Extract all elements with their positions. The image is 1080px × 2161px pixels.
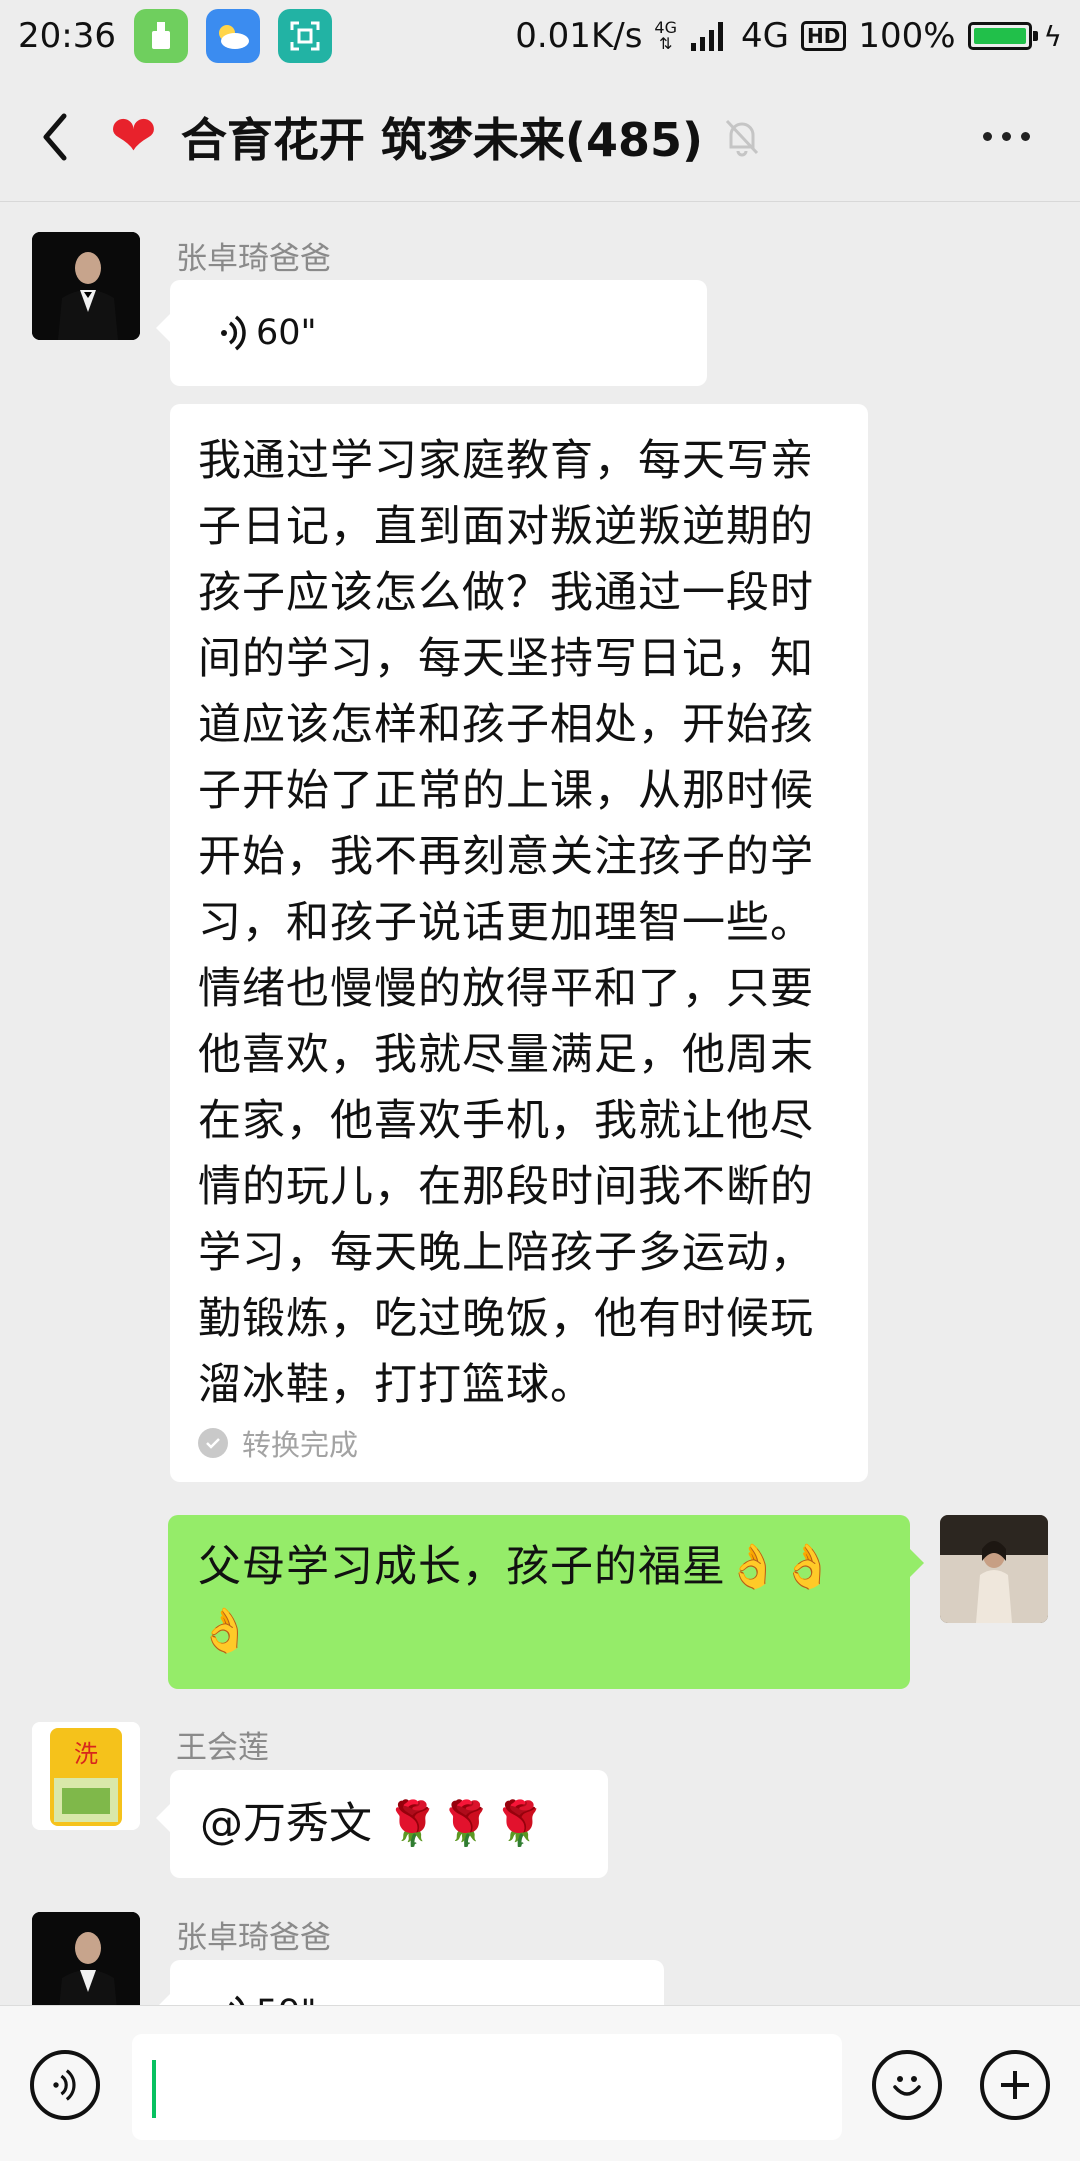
network-speed: 0.01K/s — [515, 16, 643, 56]
sender-name: 张卓琦爸爸 — [176, 241, 331, 277]
more-functions-button[interactable] — [980, 2050, 1050, 2120]
sender-name: 王会莲 — [176, 1730, 269, 1766]
conversion-status: 转换完成 — [170, 1422, 868, 1464]
hd-badge: HD — [800, 21, 847, 51]
weather-app-icon — [205, 9, 260, 63]
cleaner-app-icon — [133, 9, 188, 63]
my-message-text: 父母学习成长，孩子的福星👌👌👌 — [198, 1542, 836, 1656]
emoji-button[interactable] — [872, 2050, 942, 2120]
voice-message-bubble[interactable]: 60" — [156, 280, 707, 386]
check-icon — [198, 1428, 228, 1458]
more-options-button[interactable] — [983, 132, 1030, 141]
status-bar: 20:36 0.01K/s 4G ⇅ 4G HD 100% ϟ — [0, 0, 1080, 72]
voice-wave-icon — [221, 315, 246, 351]
mute-bell-icon — [725, 119, 759, 156]
signal-icon — [690, 22, 723, 51]
smiley-icon — [893, 2076, 921, 2096]
voice-input-button[interactable] — [30, 2050, 100, 2120]
charging-icon: ϟ — [1043, 19, 1062, 53]
chevron-left-icon — [43, 113, 67, 160]
data-activity-icon: 4G ⇅ — [654, 18, 677, 53]
plus-icon — [1001, 2071, 1029, 2099]
scanner-app-icon — [277, 9, 332, 63]
message-bubble[interactable]: @万秀文 🌹🌹🌹 — [156, 1770, 608, 1878]
back-button[interactable] — [0, 72, 110, 201]
text-caret — [152, 2060, 156, 2118]
voice-duration: 60" — [256, 313, 317, 353]
status-time: 20:36 — [18, 16, 116, 56]
avatar[interactable]: 洗 — [32, 1722, 140, 1830]
transcript-bubble[interactable]: 我通过学习家庭教育，每天写亲 子日记，直到面对叛逆叛逆期的 孩子应该怎么做？我通… — [170, 404, 868, 1482]
sender-name: 张卓琦爸爸 — [176, 1920, 331, 1956]
conversion-status-label: 转换完成 — [242, 1428, 359, 1462]
my-message-bubble[interactable]: 父母学习成长，孩子的福星👌👌👌 — [168, 1515, 924, 1689]
input-bar — [0, 2005, 1080, 2161]
transcript-text: 我通过学习家庭教育，每天写亲 子日记，直到面对叛逆叛逆期的 孩子应该怎么做？我通… — [198, 436, 814, 1410]
voice-icon — [53, 2069, 76, 2101]
message-input[interactable] — [132, 2034, 842, 2140]
chat-title[interactable]: 合育花开 筑梦未来(485) — [181, 104, 703, 170]
svg-text:洗: 洗 — [74, 1740, 98, 1768]
heart-icon: ❤ — [110, 103, 157, 169]
avatar[interactable] — [32, 232, 140, 340]
my-avatar[interactable] — [940, 1515, 1048, 1623]
battery-icon — [967, 22, 1038, 50]
avatar[interactable] — [32, 1912, 140, 2020]
message-text: @万秀文 🌹🌹🌹 — [200, 1799, 547, 1849]
battery-percent: 100% — [858, 16, 956, 56]
network-type: 4G — [740, 16, 789, 56]
chat-header: ❤ 合育花开 筑梦未来(485) — [0, 72, 1080, 202]
